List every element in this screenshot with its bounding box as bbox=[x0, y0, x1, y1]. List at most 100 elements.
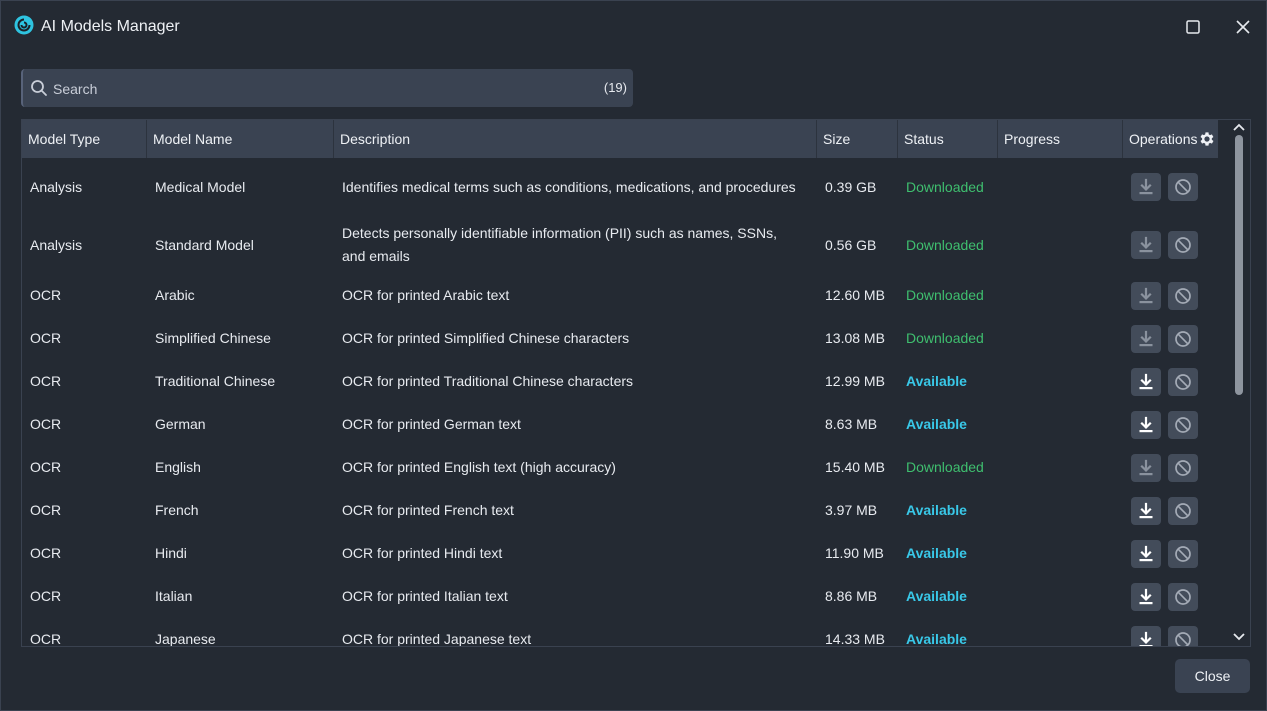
download-icon bbox=[1139, 330, 1153, 346]
download-icon bbox=[1139, 178, 1153, 195]
table-row[interactable]: OCR Hindi OCR for printed Hindi text 11.90 … bbox=[22, 532, 1218, 575]
table-row[interactable]: OCR English OCR for printed English text (… bbox=[22, 446, 1218, 489]
cell-model-name: Italian bbox=[147, 575, 334, 618]
maximize-button[interactable] bbox=[1181, 15, 1205, 39]
chevron-down-icon[interactable] bbox=[1232, 631, 1246, 643]
cancel-button[interactable] bbox=[1168, 410, 1198, 439]
close-button[interactable]: Close bbox=[1175, 659, 1250, 693]
download-button[interactable] bbox=[1131, 410, 1161, 439]
download-button[interactable] bbox=[1131, 173, 1161, 201]
column-header-size[interactable]: Size bbox=[817, 120, 898, 158]
table-row[interactable]: OCR German OCR for printed German text 8.63… bbox=[22, 403, 1218, 446]
search-input[interactable] bbox=[53, 78, 593, 100]
cell-model-name: English bbox=[147, 446, 334, 489]
cancel-button[interactable] bbox=[1168, 539, 1198, 568]
cell-model-name: Japanese bbox=[147, 618, 334, 646]
table-scrollbar[interactable] bbox=[1229, 119, 1249, 647]
download-button[interactable] bbox=[1131, 582, 1161, 611]
cancel-button[interactable] bbox=[1168, 281, 1198, 310]
table-row[interactable]: OCR Traditional Chinese OCR for printed Tr… bbox=[22, 360, 1218, 403]
download-icon bbox=[1139, 373, 1153, 389]
cancel-icon bbox=[1175, 287, 1191, 304]
cancel-icon bbox=[1175, 237, 1191, 253]
table-row[interactable]: OCR Arabic OCR for printed Arabic text 12.6… bbox=[22, 274, 1218, 317]
cancel-button[interactable] bbox=[1168, 453, 1198, 482]
chevron-up-icon[interactable] bbox=[1232, 121, 1246, 133]
column-header-model-name[interactable]: Model Name bbox=[147, 120, 334, 158]
cell-model-name: Traditional Chinese bbox=[147, 360, 334, 403]
model-name-text: Arabic bbox=[155, 287, 195, 303]
table-row[interactable]: OCR Simplified Chinese OCR for printed Sim… bbox=[22, 317, 1218, 360]
table-row[interactable]: OCR Japanese OCR for printed Japanese text… bbox=[22, 618, 1218, 647]
cancel-icon bbox=[1175, 545, 1191, 562]
description-text: OCR for printed French text bbox=[342, 502, 514, 518]
cell-description: OCR for printed Simplified Chinese chara… bbox=[334, 317, 817, 360]
search-box[interactable]: (19) bbox=[21, 69, 633, 107]
model-name-text: English bbox=[155, 459, 201, 475]
scrollbar-thumb[interactable] bbox=[1235, 135, 1243, 395]
column-header-model-type[interactable]: Model Type bbox=[22, 120, 147, 158]
download-button[interactable] bbox=[1131, 324, 1161, 353]
cell-description: OCR for printed Arabic text bbox=[334, 274, 817, 317]
cell-progress bbox=[998, 317, 1123, 360]
cell-status: Available bbox=[898, 618, 998, 646]
cell-model-type: OCR bbox=[22, 532, 147, 575]
cancel-button[interactable] bbox=[1168, 582, 1198, 611]
cancel-button[interactable] bbox=[1168, 324, 1198, 353]
cancel-button[interactable] bbox=[1168, 625, 1198, 646]
size-text: 8.86 MB bbox=[825, 588, 878, 604]
cell-operations bbox=[1123, 274, 1218, 317]
size-text: 0.56 GB bbox=[825, 236, 877, 253]
cancel-button[interactable] bbox=[1168, 231, 1198, 259]
cell-status: Downloaded bbox=[898, 158, 998, 216]
window-close-button[interactable] bbox=[1231, 15, 1255, 39]
cell-model-type: Analysis bbox=[22, 216, 147, 274]
size-text: 3.97 MB bbox=[825, 502, 878, 518]
table-header: Model Type Model Name Description Size S… bbox=[22, 120, 1218, 158]
model-name-text: Hindi bbox=[155, 545, 187, 561]
cell-operations bbox=[1123, 158, 1218, 216]
status-badge: Available bbox=[906, 502, 967, 518]
gear-icon[interactable] bbox=[1198, 130, 1216, 148]
cell-operations bbox=[1123, 532, 1218, 575]
description-text: OCR for printed Japanese text bbox=[342, 631, 532, 647]
table-row[interactable]: OCR Italian OCR for printed Italian text 8.… bbox=[22, 575, 1218, 618]
download-button[interactable] bbox=[1131, 231, 1161, 259]
column-header-progress[interactable]: Progress bbox=[998, 120, 1123, 158]
download-icon bbox=[1139, 588, 1153, 604]
cancel-icon bbox=[1175, 416, 1191, 433]
table-row[interactable]: Analysis Standard Model Detects personally… bbox=[22, 216, 1218, 274]
cell-status: Downloaded bbox=[898, 274, 998, 317]
cell-operations bbox=[1123, 446, 1218, 489]
cell-description: OCR for printed Hindi text bbox=[334, 532, 817, 575]
cell-progress bbox=[998, 158, 1123, 216]
column-header-operations[interactable]: Operations bbox=[1123, 120, 1218, 158]
table-row[interactable]: OCR French OCR for printed French text 3.97… bbox=[22, 489, 1218, 532]
cancel-button[interactable] bbox=[1168, 367, 1198, 396]
title-bar: AI Models Manager bbox=[1, 1, 1266, 53]
cell-size: 14.33 MB bbox=[817, 618, 898, 647]
download-button[interactable] bbox=[1131, 496, 1161, 525]
download-button[interactable] bbox=[1131, 539, 1161, 568]
model-name-text: French bbox=[155, 502, 199, 518]
download-button[interactable] bbox=[1131, 453, 1161, 482]
column-header-status[interactable]: Status bbox=[898, 120, 998, 158]
size-text: 14.33 MB bbox=[825, 631, 885, 647]
status-badge: Available bbox=[906, 545, 967, 561]
model-type-text: OCR bbox=[30, 545, 62, 561]
download-button[interactable] bbox=[1131, 367, 1161, 396]
size-text: 11.90 MB bbox=[825, 545, 884, 561]
cell-description: OCR for printed French text bbox=[334, 489, 817, 532]
download-button[interactable] bbox=[1131, 625, 1161, 646]
app-logo-icon bbox=[14, 15, 34, 35]
cell-progress bbox=[998, 532, 1123, 575]
cell-status: Available bbox=[898, 532, 998, 575]
cancel-button[interactable] bbox=[1168, 173, 1198, 201]
cancel-button[interactable] bbox=[1168, 496, 1198, 525]
table-row[interactable]: Analysis Medical Model Identifies medical … bbox=[22, 158, 1218, 216]
cell-size: 13.08 MB bbox=[817, 317, 898, 360]
column-header-description[interactable]: Description bbox=[334, 120, 817, 158]
cell-model-name: French bbox=[147, 489, 334, 532]
download-button[interactable] bbox=[1131, 281, 1161, 310]
cell-size: 0.39 GB bbox=[817, 158, 898, 216]
